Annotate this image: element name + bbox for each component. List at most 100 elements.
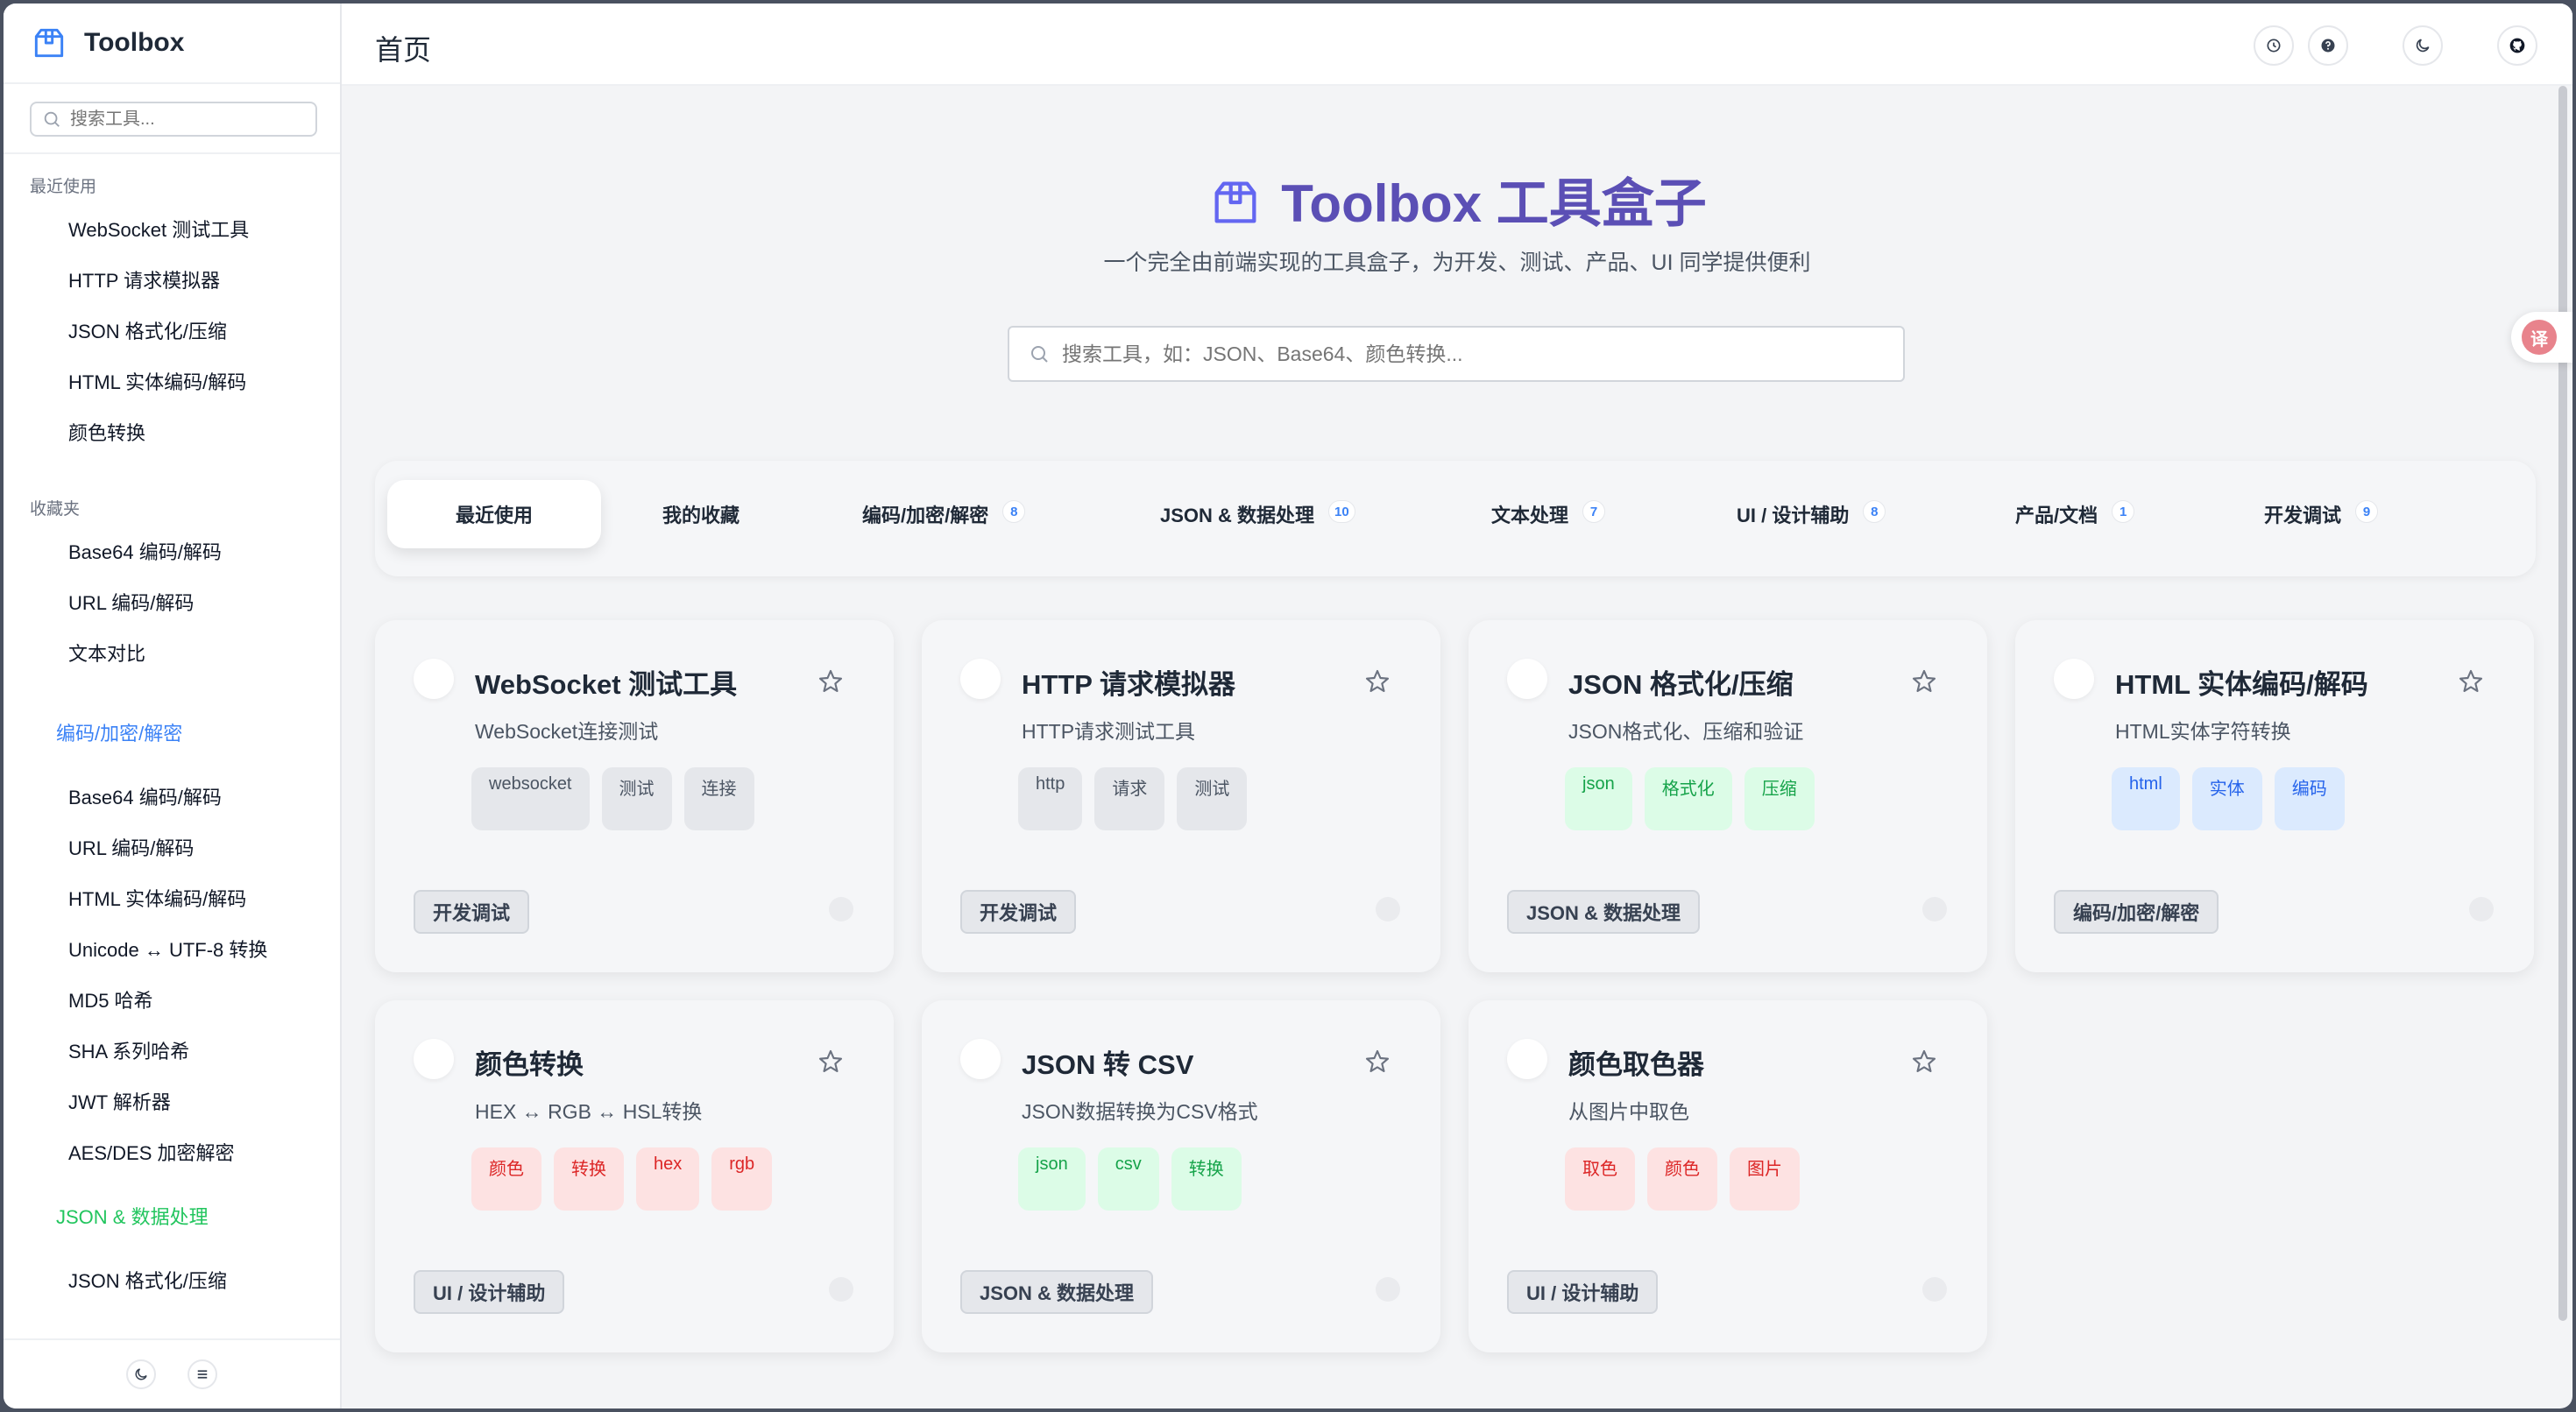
translate-icon: 译 <box>2522 320 2557 355</box>
tag-list: http 请求 测试 <box>1018 767 1248 830</box>
tag: hex <box>636 1147 700 1211</box>
status-dot <box>2469 897 2494 921</box>
star-icon[interactable] <box>1363 1048 1391 1076</box>
github-button[interactable] <box>2497 25 2537 66</box>
sidebar-category-json[interactable]: JSON & 数据处理 <box>4 1200 340 1235</box>
tag: 请求 <box>1094 767 1165 830</box>
tool-card[interactable]: HTML 实体编码/解码 HTML实体字符转换 html 实体 编码 编码/加密… <box>2015 620 2534 972</box>
star-icon[interactable] <box>1363 667 1391 695</box>
sidebar-item-tool[interactable]: Unicode ↔ UTF-8 转换 <box>4 925 340 976</box>
tool-icon-placeholder <box>414 659 454 699</box>
tool-card[interactable]: HTTP 请求模拟器 HTTP请求测试工具 http 请求 测试 开发调试 <box>922 620 1440 972</box>
tab-recent[interactable]: 最近使用 <box>387 480 602 548</box>
category-tabs: 最近使用 我的收藏 编码/加密/解密 8 JSON & 数据处理 10 文本处理 7 … <box>375 461 2536 576</box>
sidebar-search-input[interactable] <box>70 109 298 130</box>
hero-subtitle: 一个完全由前端实现的工具盒子，为开发、测试、产品、UI 同学提供便利 <box>1103 251 1811 275</box>
sidebar-item-tool[interactable]: URL 编码/解码 <box>4 823 340 874</box>
sidebar-item-favorite[interactable]: 文本对比 <box>4 629 340 680</box>
tab-ui-design[interactable]: UI / 设计辅助 8 <box>1737 480 1886 548</box>
hero-search-input[interactable] <box>1062 342 1851 366</box>
tag: 转换 <box>554 1147 624 1211</box>
tool-title: HTML 实体编码/解码 <box>2115 669 2368 700</box>
tag: websocket <box>471 767 590 830</box>
tool-description: HTTP请求测试工具 <box>1022 720 1196 743</box>
tool-card[interactable]: JSON 格式化/压缩 JSON格式化、压缩和验证 json 格式化 压缩 JS… <box>1468 620 1987 972</box>
tag: http <box>1018 767 1083 830</box>
category-badge: UI / 设计辅助 <box>1507 1270 1659 1314</box>
tab-dev-debug[interactable]: 开发调试 9 <box>2264 480 2379 548</box>
tab-product-docs[interactable]: 产品/文档 1 <box>2015 480 2135 548</box>
history-button[interactable] <box>2254 25 2294 66</box>
sidebar-item-tool[interactable]: JWT 解析器 <box>4 1077 340 1128</box>
sidebar-item-favorite[interactable]: URL 编码/解码 <box>4 578 340 629</box>
tab-label: 产品/文档 <box>2015 505 2098 526</box>
star-icon[interactable] <box>1910 667 1938 695</box>
tab-json[interactable]: JSON & 数据处理 10 <box>1160 480 1355 548</box>
box-logo-icon <box>1214 181 1256 223</box>
tag: json <box>1018 1147 1086 1211</box>
tag: json <box>1565 767 1632 830</box>
tool-icon-placeholder <box>1507 1039 1547 1079</box>
theme-toggle-button[interactable] <box>2403 25 2443 66</box>
star-icon[interactable] <box>817 667 845 695</box>
category-badge: 开发调试 <box>960 890 1077 934</box>
tool-description: JSON数据转换为CSV格式 <box>1022 1100 1258 1123</box>
box-logo-icon <box>34 28 64 58</box>
dark-mode-toggle[interactable] <box>126 1359 156 1389</box>
sidebar-item-recent[interactable]: WebSocket 测试工具 <box>4 205 340 256</box>
tool-card[interactable]: WebSocket 测试工具 WebSocket连接测试 websocket 测… <box>375 620 894 972</box>
hero-search[interactable] <box>1008 326 1905 382</box>
tab-count-badge: 10 <box>1328 500 1355 523</box>
tag: 图片 <box>1730 1147 1800 1211</box>
sidebar-item-tool[interactable]: Base64 编码/解码 <box>4 773 340 823</box>
tool-card[interactable]: 颜色转换 HEX ↔ RGB ↔ HSL转换 颜色 转换 hex rgb UI … <box>375 1000 894 1352</box>
category-badge: JSON & 数据处理 <box>1507 890 1701 934</box>
star-icon[interactable] <box>817 1048 845 1076</box>
status-dot <box>1376 1277 1400 1302</box>
menu-icon <box>197 1370 208 1379</box>
tab-encoding[interactable]: 编码/加密/解密 8 <box>862 480 1026 548</box>
sidebar-search[interactable] <box>30 102 317 137</box>
tool-icon-placeholder <box>414 1039 454 1079</box>
collapse-menu-button[interactable] <box>188 1359 217 1389</box>
sidebar-item-recent[interactable]: 颜色转换 <box>4 408 340 459</box>
tool-description: 从图片中取色 <box>1568 1100 1689 1123</box>
category-badge: 编码/加密/解密 <box>2054 890 2219 934</box>
sidebar-item-favorite[interactable]: Base64 编码/解码 <box>4 527 340 578</box>
brand[interactable]: Toolbox <box>4 4 340 84</box>
tag: 测试 <box>601 767 672 830</box>
tool-icon-placeholder <box>960 1039 1001 1079</box>
page-title: 首页 <box>375 34 432 66</box>
sidebar-item-recent[interactable]: HTML 实体编码/解码 <box>4 357 340 408</box>
search-icon <box>1031 346 1048 363</box>
status-dot <box>829 1277 853 1302</box>
tab-text[interactable]: 文本处理 7 <box>1491 480 1606 548</box>
help-button[interactable] <box>2308 25 2348 66</box>
translate-button[interactable]: 译 <box>2511 312 2572 363</box>
tool-icon-placeholder <box>2054 659 2094 699</box>
sidebar-item-tool[interactable]: MD5 哈希 <box>4 976 340 1027</box>
tag: 转换 <box>1171 1147 1242 1211</box>
tool-card[interactable]: JSON 转 CSV JSON数据转换为CSV格式 json csv 转换 JS… <box>922 1000 1440 1352</box>
star-icon[interactable] <box>1910 1048 1938 1076</box>
sidebar-category-encoding[interactable]: 编码/加密/解密 <box>4 717 340 752</box>
sidebar: Toolbox 最近使用 WebSocket 测试工具 HTTP 请求模拟器 J… <box>4 4 342 1408</box>
main-content: Toolbox 工具盒子 一个完全由前端实现的工具盒子，为开发、测试、产品、UI… <box>342 86 2572 1408</box>
sidebar-item-tool[interactable]: SHA 系列哈希 <box>4 1027 340 1077</box>
clock-icon <box>2267 39 2281 53</box>
star-icon[interactable] <box>2457 667 2485 695</box>
sidebar-item-tool[interactable]: AES/DES 加密解密 <box>4 1128 340 1179</box>
hero-title: Toolbox 工具盒子 <box>342 161 2572 237</box>
tool-card[interactable]: 颜色取色器 从图片中取色 取色 颜色 图片 UI / 设计辅助 <box>1468 1000 1987 1352</box>
tab-label: 文本处理 <box>1491 505 1569 526</box>
tool-title: WebSocket 测试工具 <box>475 669 738 700</box>
tool-title: 颜色取色器 <box>1568 1049 1704 1080</box>
sidebar-item-recent[interactable]: JSON 格式化/压缩 <box>4 307 340 357</box>
tab-favorites[interactable]: 我的收藏 <box>662 480 740 548</box>
sidebar-item-tool[interactable]: HTML 实体编码/解码 <box>4 874 340 925</box>
sidebar-item-tool[interactable]: JSON 格式化/压缩 <box>4 1256 340 1307</box>
sidebar-item-recent[interactable]: HTTP 请求模拟器 <box>4 256 340 307</box>
favorites-section-title: 收藏夹 <box>30 500 81 519</box>
status-dot <box>1922 1277 1947 1302</box>
